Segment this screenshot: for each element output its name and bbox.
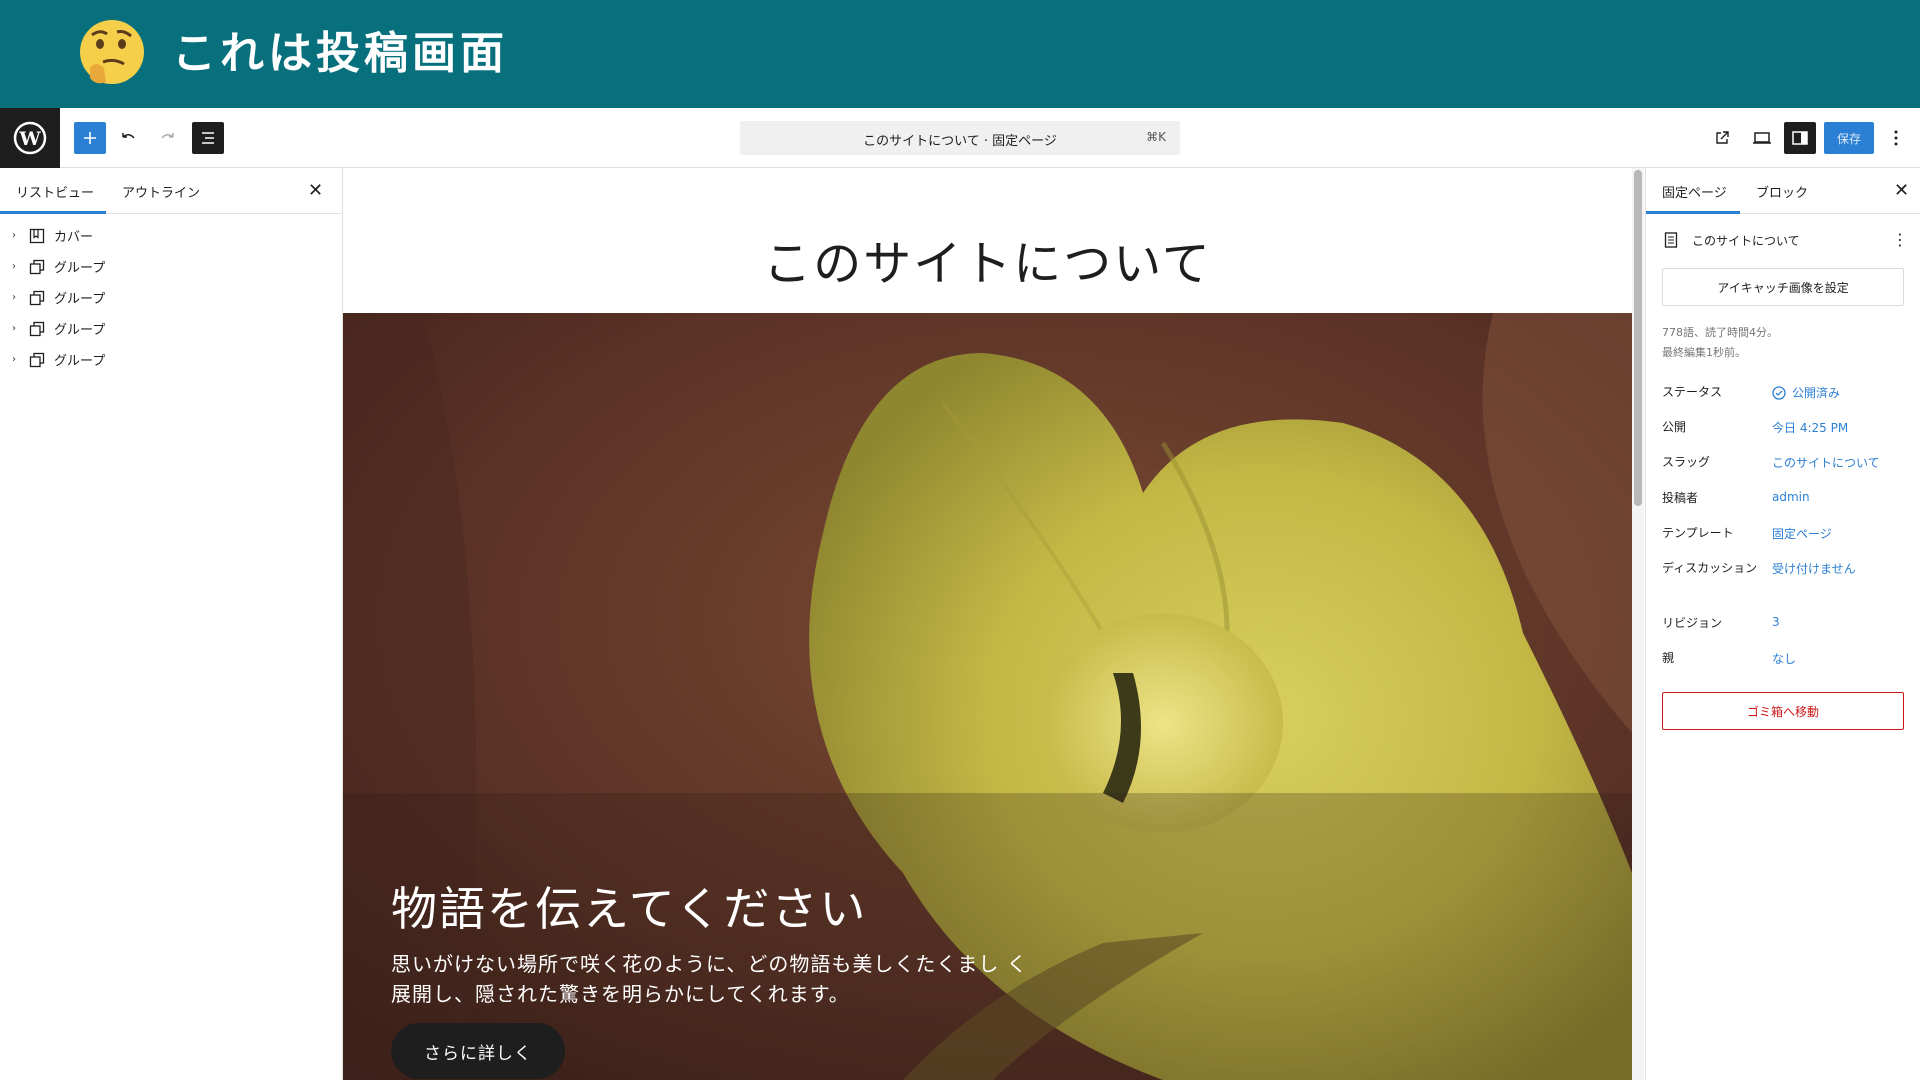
command-palette-bar[interactable]: このサイトについて · 固定ページ ⌘K	[740, 121, 1180, 155]
chevron-right-icon[interactable]: ›	[12, 354, 22, 365]
template-value[interactable]: 固定ページ	[1772, 525, 1832, 542]
settings-panel: 固定ページ ブロック ✕ このサイトについて ⋮ アイキャッチ画像を設定 778…	[1645, 168, 1920, 1080]
options-button[interactable]	[1880, 122, 1912, 154]
list-item[interactable]: › グループ	[0, 313, 343, 344]
property-label: 公開	[1662, 420, 1687, 434]
tab-outline[interactable]: アウトライン	[122, 182, 200, 201]
property-label: リビジョン	[1662, 616, 1723, 630]
close-icon[interactable]: ✕	[1894, 180, 1909, 201]
tab-block[interactable]: ブロック	[1756, 182, 1808, 201]
group-icon	[28, 289, 46, 307]
document-summary: このサイトについて ⋮	[1662, 230, 1908, 250]
group-icon	[28, 258, 46, 276]
list-item-label: グループ	[54, 292, 106, 307]
view-page-button[interactable]	[1706, 122, 1738, 154]
parent-value[interactable]: なし	[1772, 650, 1796, 667]
property-label: テンプレート	[1662, 526, 1734, 540]
add-block-button[interactable]	[74, 122, 106, 154]
revisions-value[interactable]: 3	[1772, 615, 1780, 629]
wordpress-logo-button[interactable]: W	[0, 108, 60, 168]
sidebar-icon	[1792, 131, 1808, 145]
page-icon	[1662, 231, 1680, 249]
learn-more-button[interactable]: さらに詳しく	[391, 1023, 565, 1079]
chevron-right-icon[interactable]: ›	[12, 261, 22, 272]
active-tab-indicator	[1646, 211, 1740, 214]
editor-toolbar: W このサイトについて · 固定ページ ⌘K 保存	[0, 108, 1920, 168]
move-to-trash-button[interactable]: ゴミ箱へ移動	[1662, 692, 1904, 730]
cover-heading[interactable]: 物語を伝えてください	[391, 873, 867, 939]
author-value[interactable]: admin	[1772, 490, 1810, 504]
settings-toggle-button[interactable]	[1784, 122, 1816, 154]
thinking-face-icon	[80, 20, 144, 84]
active-tab-indicator	[0, 211, 106, 214]
more-vertical-icon	[1894, 130, 1898, 146]
tab-page[interactable]: 固定ページ	[1662, 182, 1727, 201]
list-item-label: グループ	[54, 261, 106, 276]
last-edited: 最終編集1秒前。	[1662, 346, 1746, 359]
header-banner: これは投稿画面	[0, 0, 1920, 108]
redo-button[interactable]	[152, 122, 184, 154]
wordpress-logo-icon: W	[13, 121, 47, 155]
chevron-right-icon[interactable]: ›	[12, 292, 22, 303]
list-view-button[interactable]	[192, 122, 224, 154]
property-label: スラッグ	[1662, 455, 1711, 469]
group-icon	[28, 351, 46, 369]
svg-text:W: W	[18, 128, 41, 150]
list-item-label: カバー	[54, 230, 94, 245]
redo-icon	[161, 133, 174, 139]
undo-button[interactable]	[112, 122, 144, 154]
publish-date-value[interactable]: 今日 4:25 PM	[1772, 419, 1848, 436]
property-label: 親	[1662, 651, 1675, 665]
more-vertical-icon[interactable]: ⋮	[1892, 230, 1908, 249]
block-list: › カバー › グループ › グループ › グループ › グループ	[0, 220, 343, 375]
page-title[interactable]: このサイトについて	[343, 224, 1632, 294]
cover-block[interactable]: 物語を伝えてください 思いがけない場所で咲く花のように、どの物語も美しくたくまし…	[343, 313, 1632, 1080]
editor-canvas[interactable]: このサイトについて 物語を伝えてください 思いがけない場所で咲く花のように、どの…	[343, 168, 1632, 1080]
discussion-value[interactable]: 受け付けません	[1772, 560, 1856, 577]
property-label: ディスカッション	[1662, 561, 1758, 575]
chevron-right-icon[interactable]: ›	[12, 323, 22, 334]
tab-list-view[interactable]: リストビュー	[16, 182, 94, 201]
list-item[interactable]: › グループ	[0, 251, 343, 282]
property-label: ステータス	[1662, 385, 1723, 399]
list-view-icon	[202, 132, 214, 144]
document-title: このサイトについて	[1692, 233, 1800, 248]
command-shortcut: ⌘K	[1146, 130, 1166, 144]
desktop-icon	[1753, 132, 1771, 144]
external-link-icon	[1716, 131, 1729, 144]
preview-button[interactable]	[1746, 122, 1778, 154]
check-circle-icon	[1772, 385, 1786, 400]
list-view-tabs: リストビュー アウトライン ✕	[0, 168, 342, 214]
settings-tabs: 固定ページ ブロック ✕	[1646, 168, 1920, 214]
list-item-label: グループ	[54, 323, 106, 338]
cover-paragraph[interactable]: 思いがけない場所で咲く花のように、どの物語も美しくたくまし く展開し、隠された驚…	[391, 949, 1031, 1009]
status-text: 公開済み	[1792, 386, 1841, 400]
undo-icon	[122, 133, 135, 139]
banner-title: これは投稿画面	[172, 28, 508, 79]
property-label: 投稿者	[1662, 491, 1699, 505]
slug-value[interactable]: このサイトについて	[1772, 454, 1880, 471]
list-item[interactable]: › グループ	[0, 282, 343, 313]
plus-icon	[84, 132, 96, 144]
set-featured-image-button[interactable]: アイキャッチ画像を設定	[1662, 268, 1904, 306]
list-item[interactable]: › グループ	[0, 344, 343, 375]
status-value[interactable]: 公開済み	[1772, 384, 1840, 401]
chevron-right-icon[interactable]: ›	[12, 230, 22, 241]
list-item[interactable]: › カバー	[0, 220, 343, 251]
canvas-scrollbar[interactable]	[1634, 170, 1642, 506]
list-item-label: グループ	[54, 354, 106, 369]
word-count: 778語、読了時間4分。	[1662, 326, 1778, 339]
list-view-panel: リストビュー アウトライン ✕ › カバー › グループ › グループ › グル…	[0, 168, 343, 1080]
cover-icon	[28, 227, 46, 245]
close-icon[interactable]: ✕	[308, 180, 323, 201]
group-icon	[28, 320, 46, 338]
save-button[interactable]: 保存	[1824, 122, 1874, 154]
document-bar-title: このサイトについて · 固定ページ	[863, 134, 1057, 149]
